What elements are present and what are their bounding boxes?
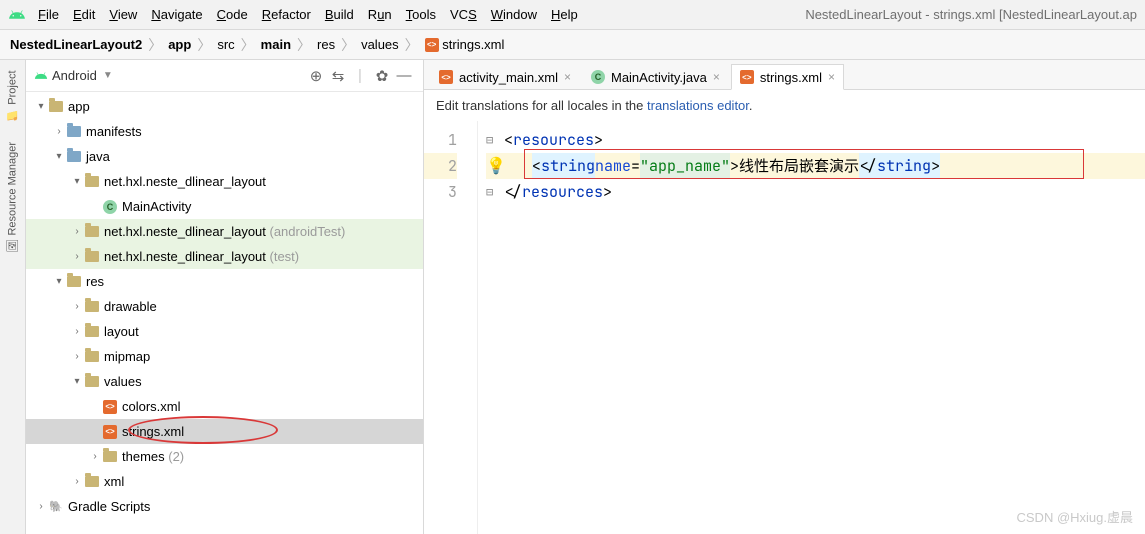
- tree-node-colors[interactable]: <>colors.xml: [26, 394, 423, 419]
- crumb-file[interactable]: <> strings.xml: [425, 37, 505, 52]
- tree-node-gradle[interactable]: ›🐘Gradle Scripts: [26, 494, 423, 519]
- xml-file-icon: <>: [103, 425, 117, 439]
- translations-banner: Edit translations for all locales in the…: [424, 90, 1145, 121]
- settings-icon[interactable]: ✿: [371, 67, 393, 85]
- line-number: 1: [424, 127, 457, 153]
- tree-node-drawable[interactable]: ›drawable: [26, 294, 423, 319]
- project-view-toolbar: Android ▼ ⊕ ⇆ | ✿ —: [26, 60, 423, 92]
- tree-node-java[interactable]: ▾java: [26, 144, 423, 169]
- class-icon: C: [591, 70, 605, 84]
- tree-node-package[interactable]: ▾net.hxl.neste_dlinear_layout: [26, 169, 423, 194]
- close-icon[interactable]: ×: [713, 70, 720, 84]
- project-tool-button[interactable]: 📁Project: [6, 70, 19, 122]
- line-number: 3: [424, 179, 457, 205]
- menu-file[interactable]: File: [38, 7, 59, 22]
- tree-node-mainactivity[interactable]: CMainActivity: [26, 194, 423, 219]
- close-icon[interactable]: ×: [828, 70, 835, 84]
- breadcrumb: NestedLinearLayout2〉 app〉 src〉 main〉 res…: [0, 30, 1145, 60]
- tree-node-xml[interactable]: ›xml: [26, 469, 423, 494]
- tree-node-package-test[interactable]: ›net.hxl.neste_dlinear_layout (test): [26, 244, 423, 269]
- tool-window-rail: 📁Project 🖼Resource Manager: [0, 60, 26, 534]
- fold-icon[interactable]: ⊟: [486, 179, 498, 205]
- tree-node-res[interactable]: ▾res: [26, 269, 423, 294]
- fold-icon[interactable]: ⊟: [486, 127, 498, 153]
- gutter: 1 2 3: [424, 121, 478, 534]
- app-logo-icon: [8, 6, 26, 24]
- menubar: File Edit View Navigate Code Refactor Bu…: [0, 0, 1145, 30]
- crumb-project[interactable]: NestedLinearLayout2: [10, 37, 142, 52]
- crumb-main[interactable]: main: [261, 37, 291, 52]
- close-icon[interactable]: ×: [564, 70, 571, 84]
- tab-strings[interactable]: <>strings.xml×: [731, 64, 844, 90]
- menu-code[interactable]: Code: [217, 7, 248, 22]
- menu-edit[interactable]: Edit: [73, 7, 95, 22]
- tree-node-layout[interactable]: ›layout: [26, 319, 423, 344]
- menu-view[interactable]: View: [109, 7, 137, 22]
- view-selector[interactable]: Android: [52, 68, 97, 83]
- crumb-values[interactable]: values: [361, 37, 399, 52]
- code-line[interactable]: ⊟<resources>: [486, 127, 1145, 153]
- tree-node-app[interactable]: ▾app: [26, 94, 423, 119]
- class-icon: C: [103, 200, 117, 214]
- project-tree[interactable]: ▾app ›manifests ▾java ▾net.hxl.neste_dli…: [26, 92, 423, 534]
- android-icon: [34, 69, 48, 83]
- tree-node-mipmap[interactable]: ›mipmap: [26, 344, 423, 369]
- expand-all-icon[interactable]: ⇆: [327, 67, 349, 85]
- translations-editor-link[interactable]: translations editor: [647, 98, 749, 113]
- tree-node-package-androidtest[interactable]: ›net.hxl.neste_dlinear_layout (androidTe…: [26, 219, 423, 244]
- tab-activity-main[interactable]: <>activity_main.xml×: [430, 64, 580, 90]
- window-title: NestedLinearLayout - strings.xml [Nested…: [805, 7, 1137, 22]
- tree-node-manifests[interactable]: ›manifests: [26, 119, 423, 144]
- code-line[interactable]: ⊟</resources>: [486, 179, 1145, 205]
- select-opened-file-icon[interactable]: ⊕: [305, 67, 327, 85]
- tree-node-values[interactable]: ▾values: [26, 369, 423, 394]
- editor-area: <>activity_main.xml× CMainActivity.java×…: [424, 60, 1145, 534]
- menu-window[interactable]: Window: [491, 7, 537, 22]
- code-line[interactable]: 💡 <string name="app_name">线性布局嵌套演示</stri…: [486, 153, 1145, 179]
- menu-vcs[interactable]: VCS: [450, 7, 477, 22]
- project-tool-window: Android ▼ ⊕ ⇆ | ✿ — ▾app ›manifests ▾jav…: [26, 60, 424, 534]
- divider-icon: |: [349, 67, 371, 84]
- xml-file-icon: <>: [439, 70, 453, 84]
- gradle-icon: 🐘: [48, 499, 64, 515]
- menu-run[interactable]: Run: [368, 7, 392, 22]
- xml-file-icon: <>: [740, 70, 754, 84]
- crumb-res[interactable]: res: [317, 37, 335, 52]
- tree-node-themes[interactable]: ›themes (2): [26, 444, 423, 469]
- code-editor[interactable]: 1 2 3 ⊟<resources> 💡 <string name="app_n…: [424, 121, 1145, 534]
- intention-bulb-icon[interactable]: 💡: [486, 153, 506, 179]
- chevron-down-icon[interactable]: ▼: [103, 70, 113, 81]
- menu-build[interactable]: Build: [325, 7, 354, 22]
- menu-navigate[interactable]: Navigate: [151, 7, 202, 22]
- crumb-src[interactable]: src: [217, 37, 234, 52]
- xml-file-icon: <>: [425, 38, 439, 52]
- menu-tools[interactable]: Tools: [406, 7, 436, 22]
- hide-icon[interactable]: —: [393, 67, 415, 84]
- tab-mainactivity[interactable]: CMainActivity.java×: [582, 64, 729, 90]
- xml-file-icon: <>: [103, 400, 117, 414]
- resource-manager-tool-button[interactable]: 🖼Resource Manager: [6, 142, 19, 254]
- line-number: 2: [424, 153, 457, 179]
- menu-refactor[interactable]: Refactor: [262, 7, 311, 22]
- watermark: CSDN @Hxiug.虚晨: [1017, 507, 1134, 526]
- menu-help[interactable]: Help: [551, 7, 578, 22]
- editor-tabs: <>activity_main.xml× CMainActivity.java×…: [424, 60, 1145, 90]
- tree-node-strings[interactable]: <>strings.xml: [26, 419, 423, 444]
- crumb-app[interactable]: app: [168, 37, 191, 52]
- code-lines[interactable]: ⊟<resources> 💡 <string name="app_name">线…: [478, 121, 1145, 534]
- banner-text: Edit translations for all locales in the: [436, 98, 647, 113]
